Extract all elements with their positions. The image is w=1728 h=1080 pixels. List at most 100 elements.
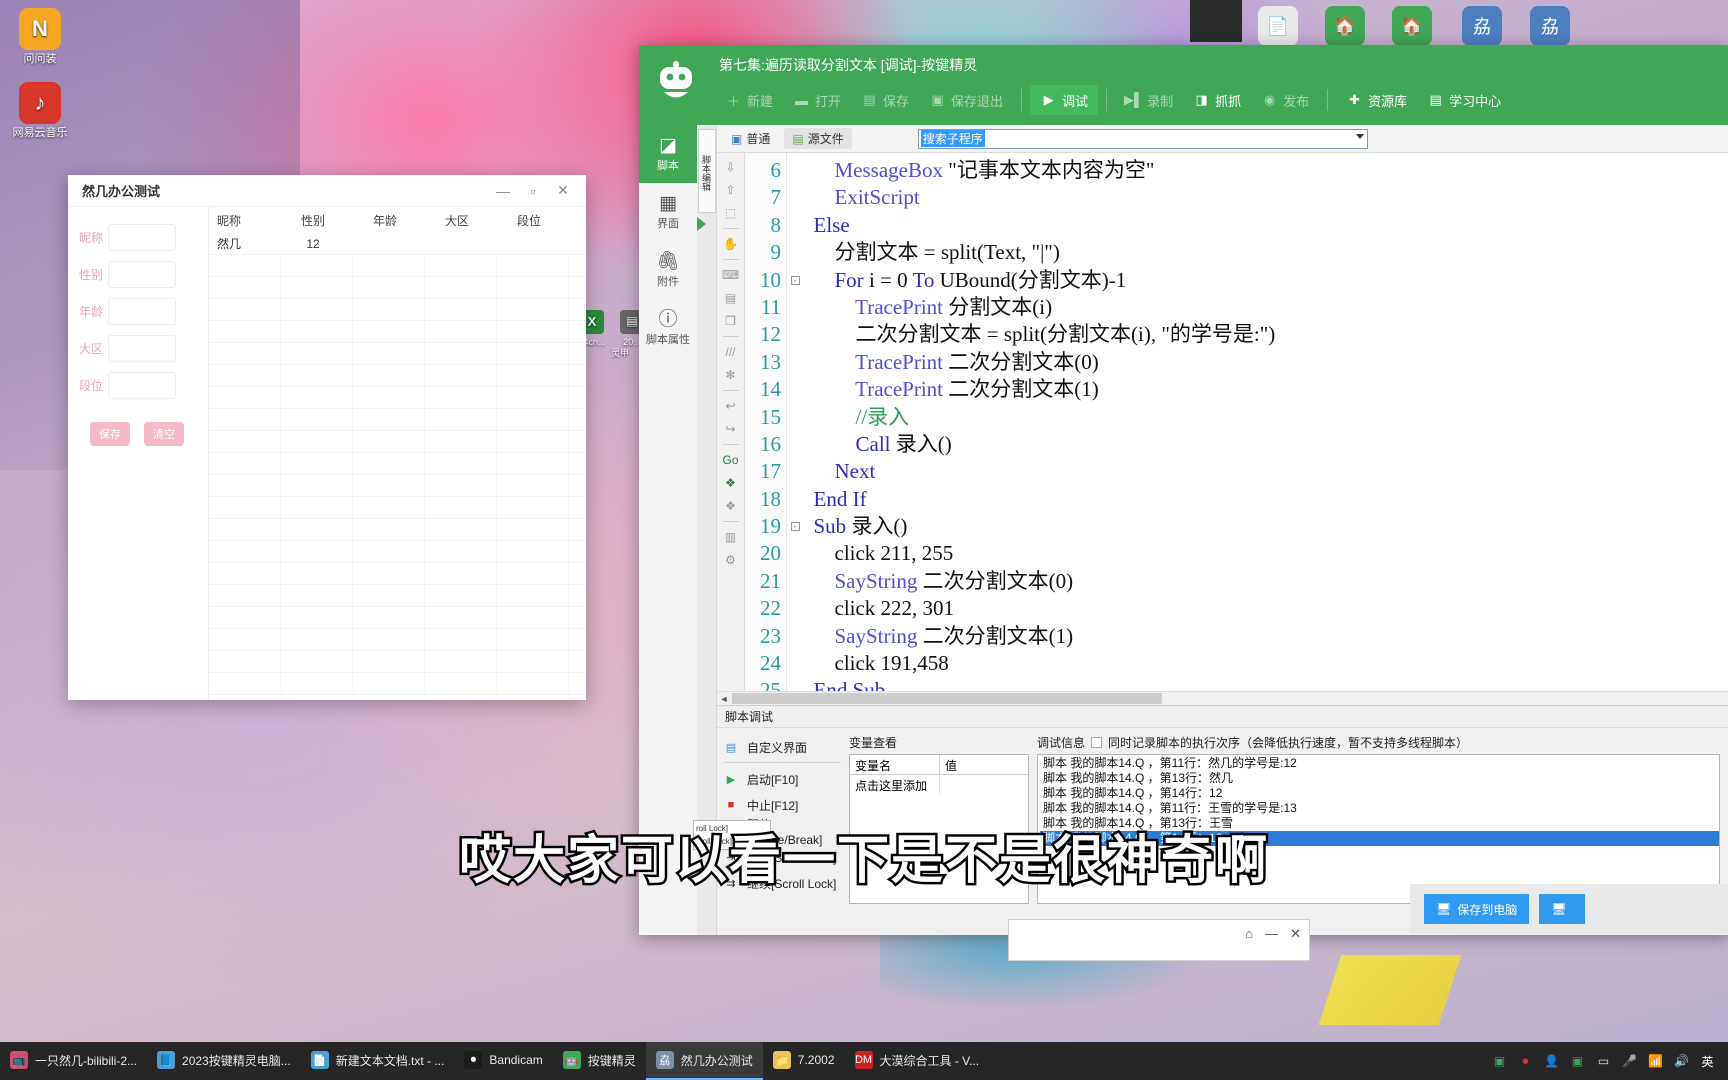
microphone-icon[interactable]: 🎤	[1621, 1053, 1638, 1070]
grid-empty-row[interactable]	[209, 475, 586, 497]
code-line[interactable]: SayString 二次分割文本(1)	[803, 623, 1728, 650]
record-icon[interactable]: ⏺	[1517, 1053, 1534, 1070]
taskbar-item[interactable]: DM 大漠综合工具 - V...	[845, 1042, 990, 1080]
code-line[interactable]: Else	[803, 212, 1728, 239]
sidebar-item-properties[interactable]: ⓘ 脚本属性	[639, 299, 697, 357]
paste-icon[interactable]: ▤	[721, 288, 741, 308]
grid-empty-row[interactable]	[209, 431, 586, 453]
code-line[interactable]: TracePrint 二次分割文本(0)	[803, 349, 1728, 376]
maximize-button[interactable]: ▫	[518, 178, 548, 204]
grid-empty-row[interactable]	[209, 497, 586, 519]
app-blue-icon[interactable]: 劦	[1462, 6, 1502, 46]
code-line[interactable]: click 222, 301	[803, 595, 1728, 622]
fold-toggle-icon[interactable]: -	[787, 513, 803, 540]
vertical-tab-script-editor[interactable]: 脚本编辑	[698, 129, 716, 213]
rank-input[interactable]	[108, 372, 176, 399]
gender-input[interactable]	[108, 261, 176, 288]
code-line[interactable]: click 211, 255	[803, 540, 1728, 567]
grid-empty-row[interactable]	[209, 343, 586, 365]
sidebar-item-ui[interactable]: ▦ 界面	[639, 183, 697, 241]
cursor-icon[interactable]: ⇧	[721, 180, 741, 200]
variable-add-row[interactable]: 点击这里添加	[850, 775, 1028, 795]
toolbar-learn-button[interactable]: ▤ 学习中心	[1417, 85, 1511, 115]
code-line[interactable]: Sub 录入()	[803, 513, 1728, 540]
log-line[interactable]: 脚本 我的脚本14.Q ，第11行：然几的学号是:12	[1040, 756, 1719, 771]
home-green-icon[interactable]: 🏠	[1325, 6, 1365, 46]
green-shield-icon[interactable]: ▣	[1569, 1053, 1586, 1070]
grid-empty-row[interactable]	[209, 607, 586, 629]
sidebar-item-script[interactable]: ◪ 脚本	[639, 125, 697, 183]
toolbar-resource-button[interactable]: ✚ 资源库	[1336, 85, 1417, 115]
code-editor[interactable]: 6 7 8 9 10 11 12 13 14 15 16 17 18 19 20 21 22 23 24 25 -- …	[745, 153, 1728, 691]
save-button[interactable]: 保存	[90, 422, 130, 446]
horizontal-scrollbar[interactable]: ◄	[717, 691, 1728, 705]
age-input[interactable]	[108, 298, 176, 325]
grid-empty-row[interactable]	[209, 673, 586, 695]
grid-empty-row[interactable]	[209, 255, 586, 277]
close-icon[interactable]: ✕	[1290, 926, 1301, 942]
chevron-down-icon[interactable]	[1355, 133, 1364, 139]
taskbar-item[interactable]: 📘 2023按键精灵电脑...	[147, 1042, 301, 1080]
code-line[interactable]: SayString 二次分割文本(0)	[803, 568, 1728, 595]
toolbar-open-button[interactable]: ▬ 打开	[783, 85, 851, 115]
taskbar-item[interactable]: 📁 7.2002	[763, 1042, 845, 1080]
settings-icon[interactable]: ⚙	[721, 550, 741, 570]
desktop-icon-0[interactable]: N 问问装	[8, 8, 72, 66]
custom-ui-button[interactable]: ▤ 自定义界面	[723, 734, 841, 760]
tab-normal[interactable]: ▣ 普通	[723, 128, 778, 149]
tab-source[interactable]: ▤ 源文件	[784, 128, 852, 149]
toolbar-new-button[interactable]: ＋ 新建	[715, 85, 783, 115]
fold-toggle-icon[interactable]: -	[787, 267, 803, 294]
battery-icon[interactable]: ▭	[1595, 1053, 1612, 1070]
code-line[interactable]: MessageBox "记事本文本内容为空"	[803, 157, 1728, 184]
color-icon[interactable]: ✻	[721, 365, 741, 385]
log-line[interactable]: 脚本 我的脚本14.Q ，第14行：12	[1040, 786, 1719, 801]
copy-icon[interactable]: ❐	[721, 311, 741, 331]
grid-empty-row[interactable]	[209, 453, 586, 475]
grid-empty-row[interactable]	[209, 519, 586, 541]
comment-icon[interactable]: ///	[721, 342, 741, 362]
log-line[interactable]: 脚本 我的脚本14.Q ，第11行：王雪的学号是:13	[1040, 801, 1719, 816]
notepad-doc-icon[interactable]: 📄	[1258, 6, 1298, 46]
redo-icon[interactable]: ↪	[721, 419, 741, 439]
grid-empty-row[interactable]	[209, 409, 586, 431]
grid-empty-row[interactable]	[209, 387, 586, 409]
scrollbar-thumb[interactable]	[732, 693, 1162, 704]
replace-icon[interactable]: ❖	[721, 496, 741, 516]
taskbar-item[interactable]: ⏺ Bandicam	[454, 1042, 552, 1080]
hand-icon[interactable]: ✋	[721, 234, 741, 254]
minimize-button[interactable]: —	[488, 178, 518, 204]
user-icon[interactable]: 👤	[1543, 1053, 1560, 1070]
code-line[interactable]: ExitScript	[803, 184, 1728, 211]
grid-empty-row[interactable]	[209, 563, 586, 585]
code-line[interactable]: Next	[803, 458, 1728, 485]
grid-empty-row[interactable]	[209, 651, 586, 673]
grid-empty-row[interactable]	[209, 585, 586, 607]
grid-empty-row[interactable]	[209, 365, 586, 387]
collapse-arrow-icon[interactable]	[697, 217, 706, 231]
stop-button[interactable]: ■ 中止[F12]	[723, 792, 841, 818]
code-line[interactable]: End If	[803, 486, 1728, 513]
toolbar-save-button[interactable]: ▤ 保存	[851, 85, 919, 115]
code-line[interactable]: 分割文本 = split(Text, "|")	[803, 239, 1728, 266]
taskbar-item[interactable]: 劦然几办公测试	[645, 1042, 763, 1080]
code-line[interactable]: 二次分割文本 = split(分割文本(i), "的学号是:")	[803, 321, 1728, 348]
clipboard-icon[interactable]: ▥	[721, 527, 741, 547]
log-line[interactable]: 脚本 我的脚本14.Q ，第13行：然几	[1040, 771, 1719, 786]
record-order-checkbox[interactable]	[1091, 737, 1103, 748]
code-line[interactable]: TracePrint 二次分割文本(1)	[803, 376, 1728, 403]
grid-empty-row[interactable]	[209, 277, 586, 299]
grid-empty-row[interactable]	[209, 541, 586, 563]
app-blue-icon-2[interactable]: 劦	[1530, 6, 1570, 46]
toolbar-save-exit-button[interactable]: ▣ 保存退出	[919, 85, 1013, 115]
fold-column[interactable]: --	[787, 153, 803, 691]
code-line[interactable]: //录入	[803, 404, 1728, 431]
search-subroutine-combobox[interactable]: 搜索子程序	[917, 128, 1368, 149]
grid-empty-row[interactable]	[209, 629, 586, 651]
toolbar-capture-button[interactable]: ◨ 抓抓	[1183, 85, 1251, 115]
taskbar-item[interactable]: 📺 一只然几-bilibili-2...	[0, 1042, 147, 1080]
nickname-input[interactable]	[108, 224, 176, 251]
minimize-icon[interactable]: —	[1265, 926, 1278, 941]
goto-icon[interactable]: Go	[721, 450, 741, 470]
code-text[interactable]: MessageBox "记事本文本内容为空" ExitScript Else 分…	[803, 153, 1728, 691]
